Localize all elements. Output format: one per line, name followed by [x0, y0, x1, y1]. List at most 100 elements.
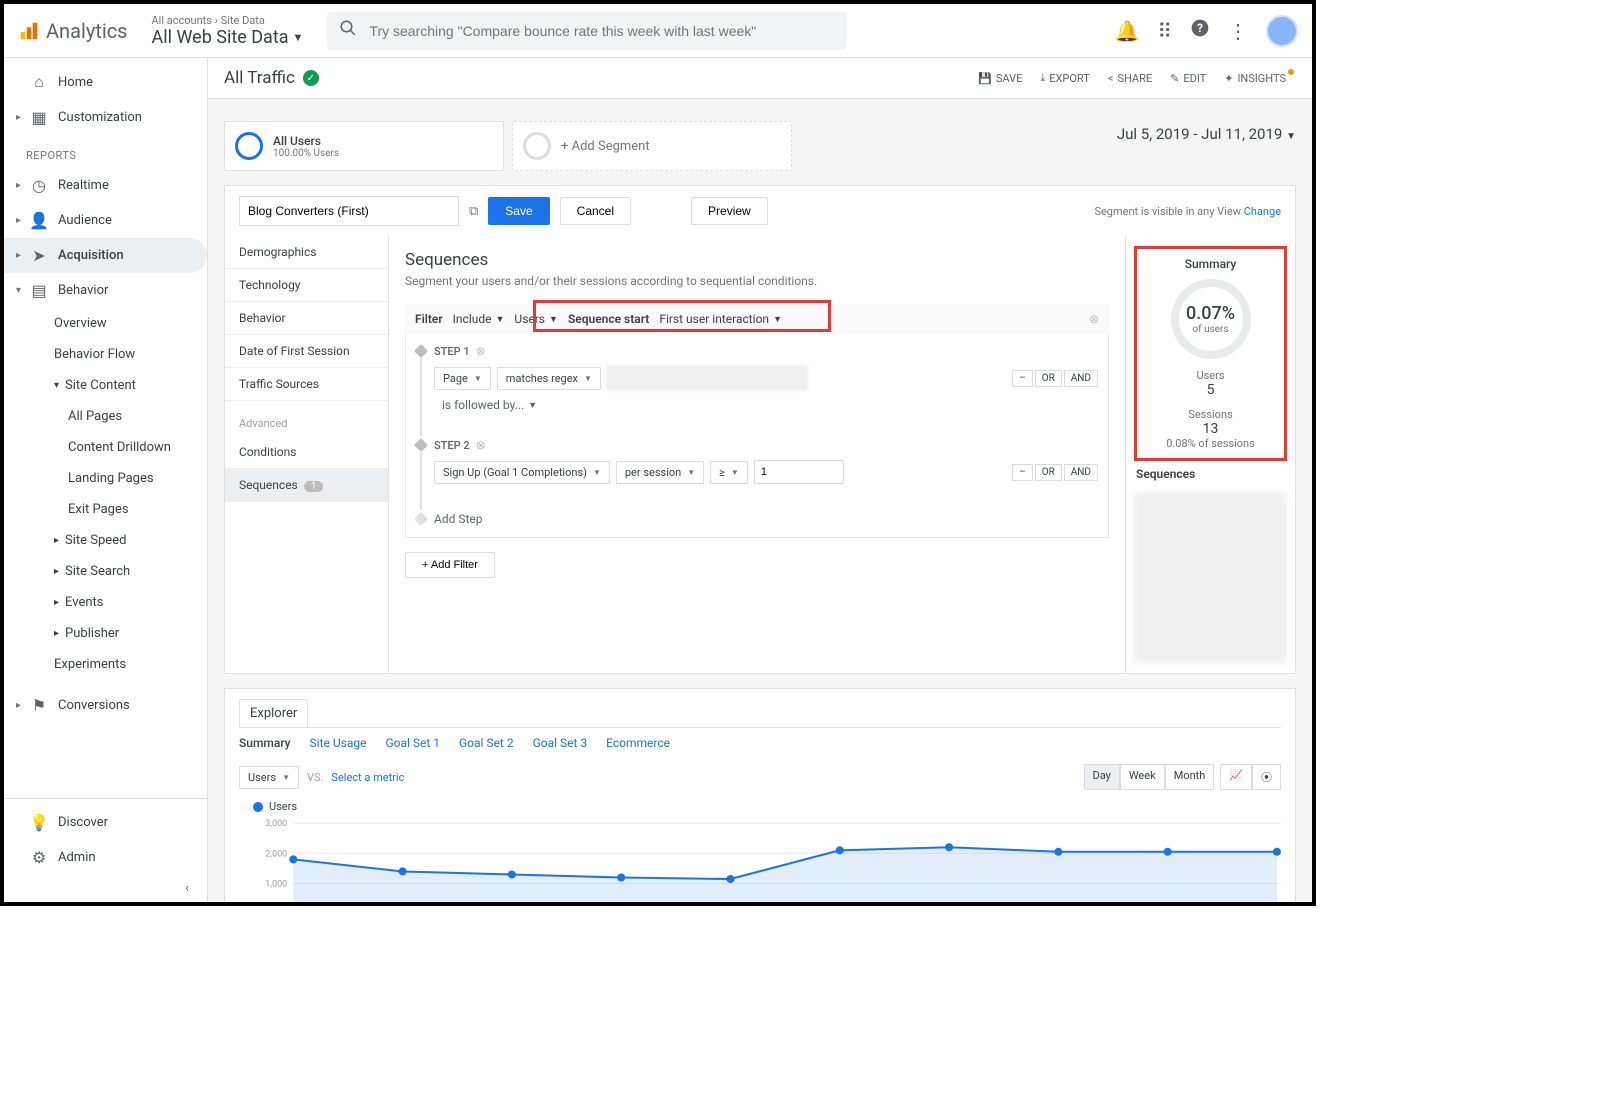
- opt-traffic-sources[interactable]: Traffic Sources: [225, 368, 388, 401]
- more-icon[interactable]: ⋮: [1228, 19, 1248, 43]
- subtab-site-usage[interactable]: Site Usage: [310, 736, 367, 750]
- logo[interactable]: Analytics: [4, 19, 142, 43]
- remove-condition-button[interactable]: –: [1012, 370, 1033, 387]
- add-segment-button[interactable]: + Add Segment: [512, 121, 792, 171]
- lightbulb-icon: 💡: [30, 813, 48, 832]
- nav-events[interactable]: ▸Events: [4, 587, 207, 618]
- tab-explorer[interactable]: Explorer: [239, 699, 308, 727]
- clock-icon: ◷: [30, 176, 48, 195]
- opt-conditions[interactable]: Conditions: [225, 436, 388, 469]
- scope-dropdown[interactable]: Users ▼: [514, 312, 558, 326]
- secondary-metric-link[interactable]: Select a metric: [331, 771, 404, 784]
- chart-type-line-icon[interactable]: 📈: [1220, 764, 1252, 790]
- nav-site-search[interactable]: ▸Site Search: [4, 556, 207, 587]
- collapse-nav-button[interactable]: ‹: [4, 875, 207, 902]
- share-button[interactable]: <SHARE: [1108, 71, 1152, 85]
- step-marker-icon: [414, 344, 428, 358]
- nav-all-pages[interactable]: All Pages: [4, 401, 207, 432]
- line-chart: 1,0002,0003,000: [253, 813, 1281, 902]
- search-box[interactable]: [327, 12, 847, 50]
- nav-customization[interactable]: ▸▦Customization: [4, 100, 207, 135]
- nav-discover[interactable]: 💡Discover: [4, 805, 207, 840]
- nav-site-content[interactable]: ▾Site Content: [4, 370, 207, 401]
- nav-experiments[interactable]: Experiments: [4, 649, 207, 680]
- and-button[interactable]: AND: [1064, 464, 1098, 481]
- nav-realtime[interactable]: ▸◷Realtime: [4, 168, 207, 203]
- nav-publisher[interactable]: ▸Publisher: [4, 618, 207, 649]
- remove-condition-button[interactable]: –: [1012, 464, 1033, 481]
- remove-filter-icon[interactable]: ⊗: [1089, 312, 1099, 326]
- account-avatar[interactable]: [1266, 15, 1298, 47]
- opt-sequences[interactable]: Sequences1: [225, 469, 388, 502]
- subtab-goal-set-3[interactable]: Goal Set 3: [533, 736, 588, 750]
- apps-icon[interactable]: ⠿: [1157, 19, 1172, 43]
- nav-landing-pages[interactable]: Landing Pages: [4, 463, 207, 494]
- nav-behavior-overview[interactable]: Overview: [4, 308, 207, 339]
- nav-site-speed[interactable]: ▸Site Speed: [4, 525, 207, 556]
- dimension-dropdown[interactable]: Sign Up (Goal 1 Completions)▼: [434, 461, 610, 484]
- primary-metric-dropdown[interactable]: Users▼: [239, 766, 299, 789]
- nav-audience[interactable]: ▸👤Audience: [4, 203, 207, 238]
- subtab-ecommerce[interactable]: Ecommerce: [606, 736, 670, 750]
- cancel-button[interactable]: Cancel: [560, 197, 631, 225]
- nav-behavior[interactable]: ▾▤Behavior: [4, 273, 207, 308]
- save-button[interactable]: 💾SAVE: [978, 71, 1022, 85]
- summary-sequences-header: Sequences: [1134, 461, 1287, 487]
- segment-options-sidebar: Demographics Technology Behavior Date of…: [225, 236, 389, 673]
- preview-button[interactable]: Preview: [691, 197, 768, 225]
- granularity-month[interactable]: Month: [1165, 764, 1215, 790]
- granularity-day[interactable]: Day: [1084, 764, 1120, 790]
- nav-behavior-flow[interactable]: Behavior Flow: [4, 339, 207, 370]
- nav-exit-pages[interactable]: Exit Pages: [4, 494, 207, 525]
- subtab-summary[interactable]: Summary: [239, 736, 291, 750]
- operator-dropdown[interactable]: matches regex▼: [497, 367, 601, 390]
- nav-home[interactable]: ⌂Home: [4, 64, 207, 100]
- notifications-icon[interactable]: 🔔: [1114, 19, 1139, 43]
- help-icon[interactable]: ?: [1190, 18, 1210, 43]
- opt-technology[interactable]: Technology: [225, 269, 388, 302]
- chart-type-motion-icon[interactable]: ⦿: [1252, 764, 1281, 790]
- subtab-goal-set-2[interactable]: Goal Set 2: [459, 736, 514, 750]
- sequence-editor: Sequences Segment your users and/or thei…: [389, 236, 1125, 673]
- save-segment-button[interactable]: Save: [488, 197, 549, 225]
- opt-demographics[interactable]: Demographics: [225, 236, 388, 269]
- nav-acquisition[interactable]: ▸➤Acquisition: [4, 238, 207, 273]
- and-button[interactable]: AND: [1064, 370, 1098, 387]
- scope-dropdown[interactable]: per session▼: [616, 461, 704, 484]
- summary-highlight: Summary 0.07% of users Users 5 Sessions: [1134, 246, 1287, 461]
- step1-value-input[interactable]: [607, 366, 807, 390]
- sequence-start-dropdown[interactable]: First user interaction ▼: [659, 312, 782, 326]
- summary-users: Users 5: [1137, 369, 1284, 398]
- nav-conversions[interactable]: ▸⚑Conversions: [4, 688, 207, 723]
- include-dropdown[interactable]: Include ▼: [453, 312, 505, 326]
- followed-by-dropdown[interactable]: is followed by... ▼: [434, 398, 1098, 412]
- step2-value-input[interactable]: [754, 460, 844, 484]
- opt-behavior[interactable]: Behavior: [225, 302, 388, 335]
- change-visibility-link[interactable]: Change: [1244, 205, 1281, 218]
- operator-dropdown[interactable]: ≥▼: [710, 461, 748, 484]
- remove-step-icon[interactable]: ⊗: [476, 344, 486, 358]
- search-icon: [339, 19, 357, 42]
- segment-name-input[interactable]: [239, 196, 459, 226]
- add-filter-button[interactable]: + Add Filter: [405, 552, 495, 578]
- segment-all-users[interactable]: All Users100.00% Users: [224, 121, 504, 171]
- search-input[interactable]: [369, 23, 835, 39]
- summary-sessions: Sessions 13 0.08% of sessions: [1137, 408, 1284, 450]
- subtab-goal-set-1[interactable]: Goal Set 1: [385, 736, 440, 750]
- or-button[interactable]: OR: [1035, 464, 1062, 481]
- opt-date-first[interactable]: Date of First Session: [225, 335, 388, 368]
- granularity-week[interactable]: Week: [1120, 764, 1165, 790]
- edit-button[interactable]: ✎EDIT: [1170, 71, 1206, 85]
- export-button[interactable]: ⤓EXPORT: [1040, 71, 1089, 85]
- insights-button[interactable]: ✦INSIGHTS: [1224, 71, 1296, 85]
- date-range-picker[interactable]: Jul 5, 2019 - Jul 11, 2019 ▼: [1117, 121, 1296, 171]
- explorer-subtabs: Summary Site Usage Goal Set 1 Goal Set 2…: [239, 727, 1281, 758]
- nav-content-drilldown[interactable]: Content Drilldown: [4, 432, 207, 463]
- copy-icon[interactable]: ⧉: [469, 204, 478, 219]
- nav-admin[interactable]: ⚙Admin: [4, 840, 207, 875]
- remove-step-icon[interactable]: ⊗: [476, 438, 486, 452]
- view-switcher[interactable]: All accounts › Site Data All Web Site Da…: [152, 14, 304, 48]
- add-step[interactable]: Add Step: [406, 502, 1108, 537]
- or-button[interactable]: OR: [1035, 370, 1062, 387]
- dimension-dropdown[interactable]: Page▼: [434, 367, 491, 390]
